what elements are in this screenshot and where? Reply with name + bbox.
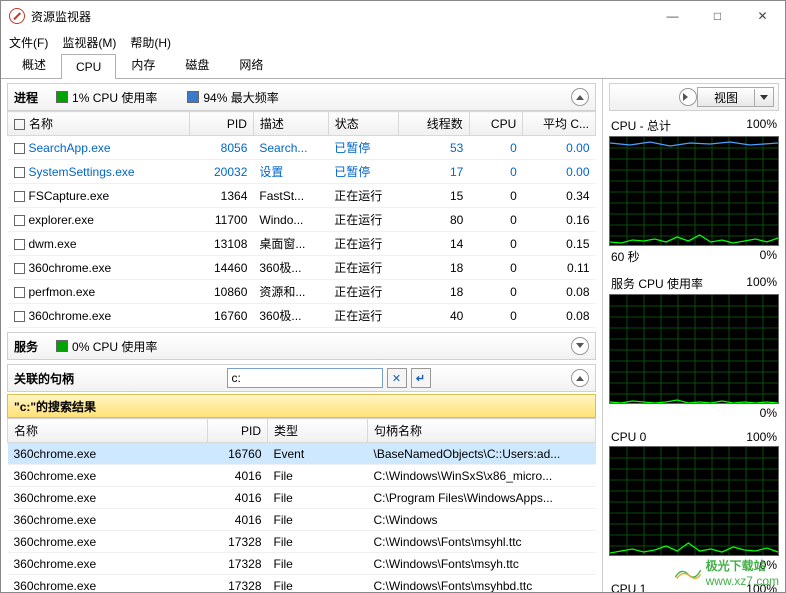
handles-header[interactable]: 关联的句柄 ✕ ↵: [7, 364, 596, 392]
col-pid[interactable]: PID: [189, 112, 253, 136]
menu-help[interactable]: 帮助(H): [130, 34, 171, 51]
process-row[interactable]: 360chrome.exe 14460360极...正在运行 1800.11: [8, 256, 596, 280]
col-avg[interactable]: 平均 C...: [523, 112, 596, 136]
hcol-handle[interactable]: 句柄名称: [368, 419, 596, 443]
handles-filter-input[interactable]: [227, 368, 383, 388]
search-button[interactable]: ↵: [411, 368, 431, 388]
chart-foot-right: 0%: [760, 558, 777, 572]
tab-memory[interactable]: 内存: [116, 50, 170, 78]
services-title: 服务: [14, 338, 38, 355]
chart-max: 100%: [746, 117, 777, 134]
process-row[interactable]: SearchApp.exe 8056Search...已暂停 5300.00: [8, 136, 596, 160]
hcol-type[interactable]: 类型: [268, 419, 368, 443]
right-pane-header: 视图: [609, 83, 779, 111]
col-threads[interactable]: 线程数: [399, 112, 470, 136]
chart-block: CPU 0 100% 0%: [609, 430, 779, 572]
tab-bar: 概述 CPU 内存 磁盘 网络: [1, 53, 785, 79]
cpu-usage-label: 1% CPU 使用率: [72, 89, 157, 106]
handle-row[interactable]: 360chrome.exe16760Event\BaseNamedObjects…: [8, 443, 596, 465]
tab-network[interactable]: 网络: [224, 50, 278, 78]
left-pane: 进程 1% CPU 使用率 94% 最大频率 名称 PID 描述 状态 线程数 …: [1, 79, 603, 592]
title-bar: 资源监视器 — □ ✕: [1, 1, 785, 31]
view-button[interactable]: 视图: [697, 87, 774, 107]
chart-block: CPU - 总计 100% 60 秒 0%: [609, 117, 779, 265]
max-freq-label: 94% 最大频率: [203, 89, 278, 106]
services-header[interactable]: 服务 0% CPU 使用率: [7, 332, 596, 360]
handles-table: 名称 PID 类型 句柄名称 360chrome.exe16760Event\B…: [7, 418, 596, 592]
col-name[interactable]: 名称: [8, 112, 190, 136]
handles-title: 关联的句柄: [14, 370, 74, 387]
close-button[interactable]: ✕: [740, 1, 785, 31]
process-row[interactable]: explorer.exe 11700Windo...正在运行 8000.16: [8, 208, 596, 232]
tab-cpu[interactable]: CPU: [61, 54, 116, 79]
app-icon: [9, 8, 25, 24]
collapse-icon[interactable]: [571, 369, 589, 387]
chart-title: 服务 CPU 使用率: [611, 275, 703, 292]
chart-max: 100%: [746, 582, 777, 592]
cpu-chart: [609, 136, 779, 246]
row-checkbox[interactable]: [14, 167, 25, 178]
row-checkbox[interactable]: [14, 215, 25, 226]
handle-row[interactable]: 360chrome.exe4016FileC:\Windows\WinSxS\x…: [8, 465, 596, 487]
hcol-pid[interactable]: PID: [208, 419, 268, 443]
processes-header[interactable]: 进程 1% CPU 使用率 94% 最大频率: [7, 83, 596, 111]
process-row[interactable]: SystemSettings.exe 20032设置已暂停 1700.00: [8, 160, 596, 184]
handle-row[interactable]: 360chrome.exe4016FileC:\Program Files\Wi…: [8, 487, 596, 509]
chart-max: 100%: [746, 430, 777, 444]
services-cpu-label: 0% CPU 使用率: [72, 338, 157, 355]
menu-file[interactable]: 文件(F): [9, 34, 48, 51]
chart-foot-right: 0%: [760, 406, 777, 420]
handle-row[interactable]: 360chrome.exe4016FileC:\Windows: [8, 509, 596, 531]
handle-row[interactable]: 360chrome.exe17328FileC:\Windows\Fonts\m…: [8, 553, 596, 575]
chart-foot-left: 60 秒: [611, 248, 640, 265]
window-title: 资源监视器: [31, 8, 650, 25]
services-cpu-swatch: [56, 340, 68, 352]
row-checkbox[interactable]: [14, 191, 25, 202]
row-checkbox[interactable]: [14, 143, 25, 154]
row-checkbox[interactable]: [14, 287, 25, 298]
clear-filter-button[interactable]: ✕: [387, 368, 407, 388]
col-desc[interactable]: 描述: [253, 112, 328, 136]
right-pane: 视图 CPU - 总计100% 60 秒0%服务 CPU 使用率100% 0%C…: [603, 79, 785, 592]
process-row[interactable]: dwm.exe 13108桌面窗...正在运行 1400.15: [8, 232, 596, 256]
row-checkbox[interactable]: [14, 263, 25, 274]
collapse-icon[interactable]: [571, 337, 589, 355]
processes-title: 进程: [14, 89, 38, 106]
tab-overview[interactable]: 概述: [7, 50, 61, 78]
checkbox-all[interactable]: [14, 119, 25, 130]
collapse-icon[interactable]: [571, 88, 589, 106]
cpu-usage-swatch: [56, 91, 68, 103]
tab-disk[interactable]: 磁盘: [170, 50, 224, 78]
processes-table: 名称 PID 描述 状态 线程数 CPU 平均 C... SearchApp.e…: [7, 111, 596, 328]
handle-row[interactable]: 360chrome.exe17328FileC:\Windows\Fonts\m…: [8, 531, 596, 553]
chart-max: 100%: [746, 275, 777, 292]
max-freq-swatch: [187, 91, 199, 103]
cpu-chart: [609, 294, 779, 404]
chart-foot-right: 0%: [760, 248, 777, 265]
col-cpu[interactable]: CPU: [469, 112, 522, 136]
cpu-chart: [609, 446, 779, 556]
dropdown-icon[interactable]: [755, 95, 773, 100]
collapse-right-icon[interactable]: [679, 88, 697, 106]
row-checkbox[interactable]: [14, 311, 25, 322]
chart-title: CPU - 总计: [611, 117, 671, 134]
process-row[interactable]: perfmon.exe 10860资源和...正在运行 1800.08: [8, 280, 596, 304]
chart-title: CPU 0: [611, 430, 646, 444]
minimize-button[interactable]: —: [650, 1, 695, 31]
col-status[interactable]: 状态: [328, 112, 399, 136]
search-results-banner: "c:"的搜索结果: [7, 394, 596, 418]
process-row[interactable]: 360chrome.exe 16760360极...正在运行 4000.08: [8, 304, 596, 328]
chart-block: 服务 CPU 使用率 100% 0%: [609, 275, 779, 420]
chart-block: CPU 1 100%: [609, 582, 779, 592]
row-checkbox[interactable]: [14, 239, 25, 250]
menu-monitor[interactable]: 监视器(M): [62, 34, 116, 51]
maximize-button[interactable]: □: [695, 1, 740, 31]
handle-row[interactable]: 360chrome.exe17328FileC:\Windows\Fonts\m…: [8, 575, 596, 593]
process-row[interactable]: FSCapture.exe 1364FastSt...正在运行 1500.34: [8, 184, 596, 208]
hcol-name[interactable]: 名称: [8, 419, 208, 443]
chart-title: CPU 1: [611, 582, 646, 592]
